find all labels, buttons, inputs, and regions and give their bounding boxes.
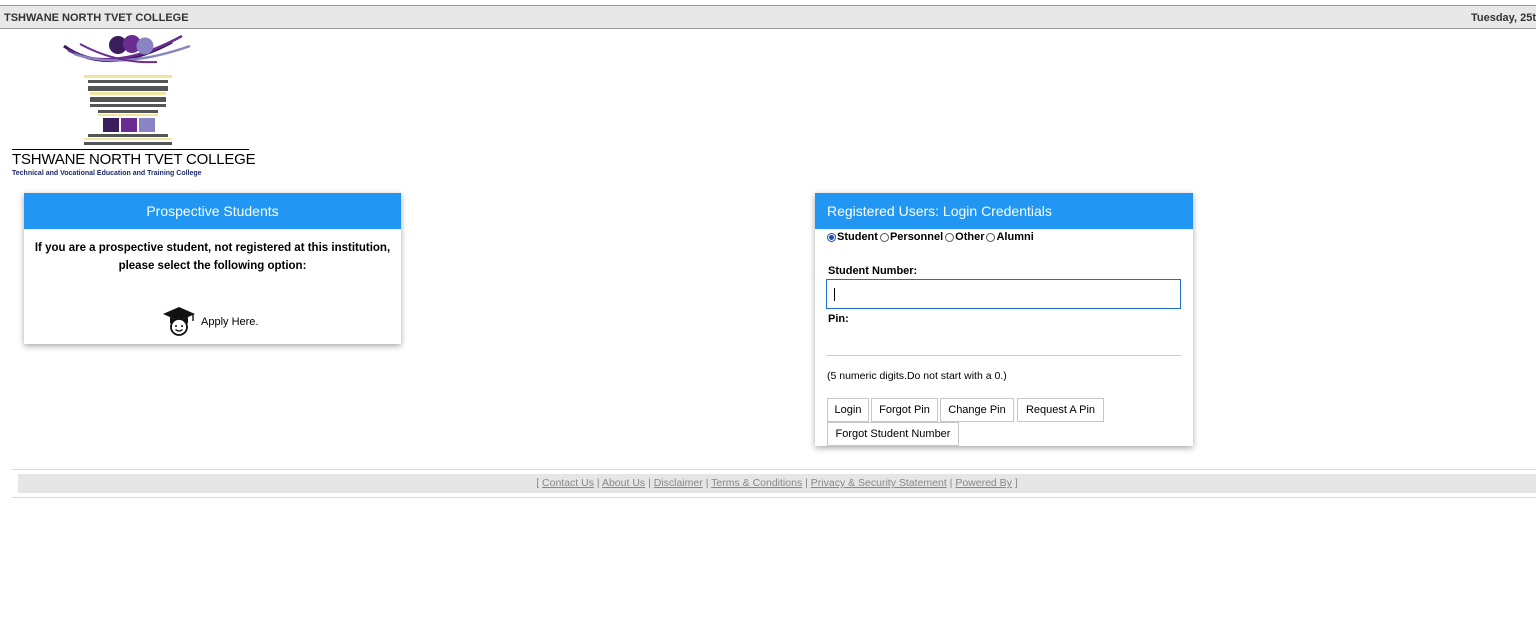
header-date: Tuesday, 25t: [1470, 12, 1536, 24]
user-type-radio-group: Student Personnel Other Alumni: [827, 231, 1036, 243]
footer-link-about-us[interactable]: About Us: [602, 477, 645, 489]
login-card: Registered Users: Login Credentials Stud…: [815, 193, 1193, 446]
logo-band: [88, 134, 168, 137]
student-number-label: Student Number:: [828, 265, 918, 277]
prospective-description: If you are a prospective student, not re…: [34, 242, 391, 272]
footer-separator: |: [705, 477, 709, 489]
footer-divider-top: [12, 469, 1536, 470]
logo-band: [84, 75, 172, 78]
logo-band: [88, 80, 168, 83]
forgot-pin-button[interactable]: Forgot Pin: [871, 398, 938, 422]
radio-other[interactable]: [945, 232, 955, 242]
footer-separator: |: [648, 477, 651, 489]
graduate-cap-icon: [163, 307, 195, 336]
footer-separator: |: [596, 477, 600, 489]
logo-band: [88, 86, 168, 91]
text-caret: [834, 288, 835, 301]
logo-divider: [12, 149, 249, 150]
request-pin-button[interactable]: Request A Pin: [1017, 398, 1104, 422]
header-college-name: TSHWANE NORTH TVET COLLEGE: [4, 12, 189, 24]
footer-close-bracket: ]: [1014, 477, 1018, 489]
logo-square: [139, 118, 155, 132]
footer-divider-bottom: [12, 497, 1536, 498]
logo-band: [84, 138, 172, 140]
footer-links: [ Contact Us | About Us | Disclaimer | T…: [18, 474, 1536, 493]
footer-link-powered-by[interactable]: Powered By: [955, 477, 1012, 489]
student-number-input[interactable]: [826, 279, 1181, 309]
pin-label: Pin:: [828, 313, 849, 325]
radio-student-label[interactable]: Student: [837, 231, 878, 243]
logo-college-name: TSHWANE NORTH TVET COLLEGE: [12, 151, 256, 168]
logo-subtitle: Technical and Vocational Education and T…: [12, 170, 202, 177]
change-pin-button[interactable]: Change Pin: [940, 398, 1014, 422]
footer-open-bracket: [: [536, 477, 540, 489]
forgot-student-number-button[interactable]: Forgot Student Number: [827, 422, 959, 446]
logo-band: [90, 97, 166, 102]
logo-band: [84, 142, 172, 145]
top-bar: TSHWANE NORTH TVET COLLEGE Tuesday, 25t: [0, 5, 1536, 29]
logo-band: [90, 92, 166, 95]
footer-link-disclaimer[interactable]: Disclaimer: [654, 477, 703, 489]
prospective-card-title: Prospective Students: [24, 193, 401, 229]
pin-hint: (5 numeric digits.Do not start with a 0.…: [827, 370, 1007, 382]
pin-input[interactable]: [826, 355, 1181, 356]
footer-separator: |: [949, 477, 953, 489]
logo-band: [98, 110, 158, 113]
logo-square: [121, 118, 137, 132]
prospective-students-card: Prospective Students If you are a prospe…: [24, 193, 401, 344]
apply-here-link[interactable]: Apply Here.: [161, 305, 258, 337]
logo-square: [103, 118, 119, 132]
login-card-title: Registered Users: Login Credentials: [815, 193, 1193, 229]
login-button[interactable]: Login: [827, 398, 869, 422]
radio-student[interactable]: [827, 232, 836, 242]
radio-personnel[interactable]: [879, 232, 889, 242]
footer-link-terms[interactable]: Terms & Conditions: [711, 477, 802, 489]
logo-band: [90, 104, 166, 107]
footer-separator: |: [805, 477, 808, 489]
footer-link-privacy[interactable]: Privacy & Security Statement: [811, 477, 947, 489]
apply-here-label: Apply Here.: [201, 316, 259, 328]
radio-alumni-label[interactable]: Alumni: [996, 231, 1033, 243]
logo-head: [136, 37, 154, 55]
logo-band: [98, 114, 158, 116]
radio-other-label[interactable]: Other: [955, 231, 984, 243]
footer-link-contact-us[interactable]: Contact Us: [542, 477, 594, 489]
radio-alumni[interactable]: [986, 232, 996, 242]
radio-personnel-label[interactable]: Personnel: [890, 231, 943, 243]
